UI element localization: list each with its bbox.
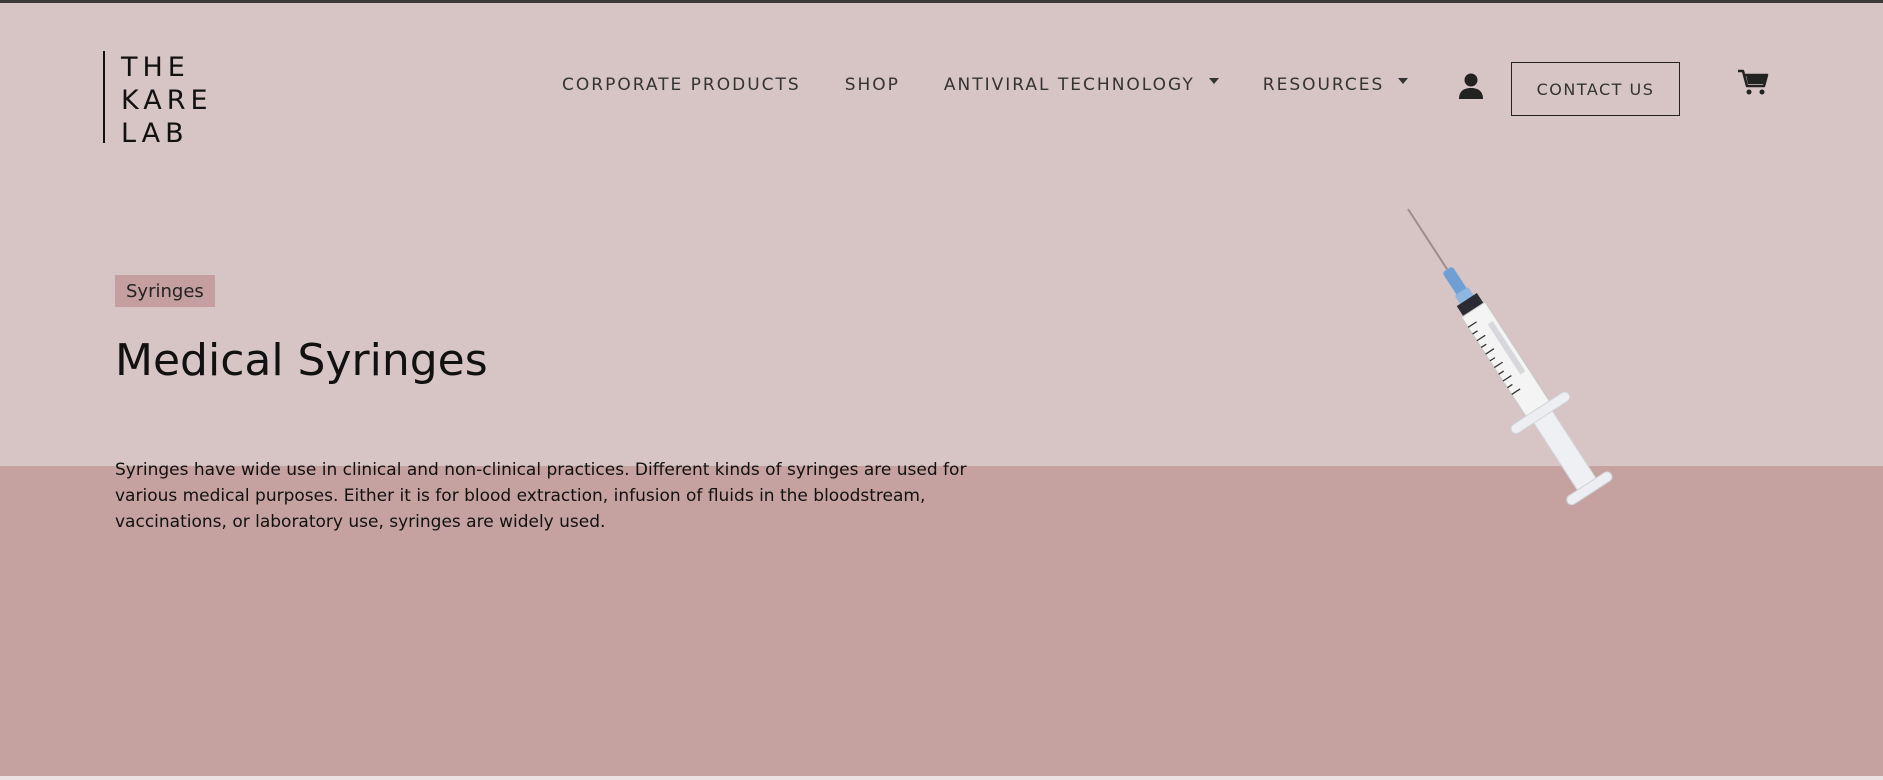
- logo-line-3: LAB: [121, 118, 189, 149]
- brand-logo[interactable]: THE KARE LAB: [103, 51, 213, 149]
- nav-item-label: SHOP: [844, 75, 900, 95]
- nav-item-corporate-products[interactable]: CORPORATE PRODUCTS: [562, 75, 801, 95]
- logo-line-1: THE: [121, 52, 190, 83]
- nav-item-label: ANTIVIRAL TECHNOLOGY: [943, 75, 1195, 95]
- nav-item-antiviral-technology[interactable]: ANTIVIRAL TECHNOLOGY: [944, 75, 1219, 95]
- nav-item-label: RESOURCES: [1262, 75, 1385, 95]
- user-icon[interactable]: [1458, 72, 1484, 100]
- main-nav: CORPORATE PRODUCTS SHOP ANTIVIRAL TECHNO…: [562, 75, 1409, 95]
- hero-description: Syringes have wide use in clinical and n…: [115, 460, 967, 532]
- caret-down-icon: [1208, 78, 1219, 84]
- page-title: Medical Syringes: [115, 335, 488, 386]
- bottom-strip: [0, 776, 1883, 780]
- nav-item-resources[interactable]: RESOURCES: [1263, 75, 1409, 95]
- syringe-image: [1390, 203, 1670, 613]
- logo-line-2: KARE: [121, 85, 213, 116]
- category-badge: Syringes: [115, 275, 215, 307]
- caret-down-icon: [1398, 78, 1409, 84]
- cart-icon[interactable]: [1737, 68, 1769, 96]
- page: THE KARE LAB CORPORATE PRODUCTS SHOP ANT…: [0, 0, 1883, 780]
- contact-us-button[interactable]: CONTACT US: [1511, 62, 1680, 116]
- nav-item-label: CORPORATE PRODUCTS: [562, 75, 801, 95]
- nav-item-shop[interactable]: SHOP: [845, 75, 900, 95]
